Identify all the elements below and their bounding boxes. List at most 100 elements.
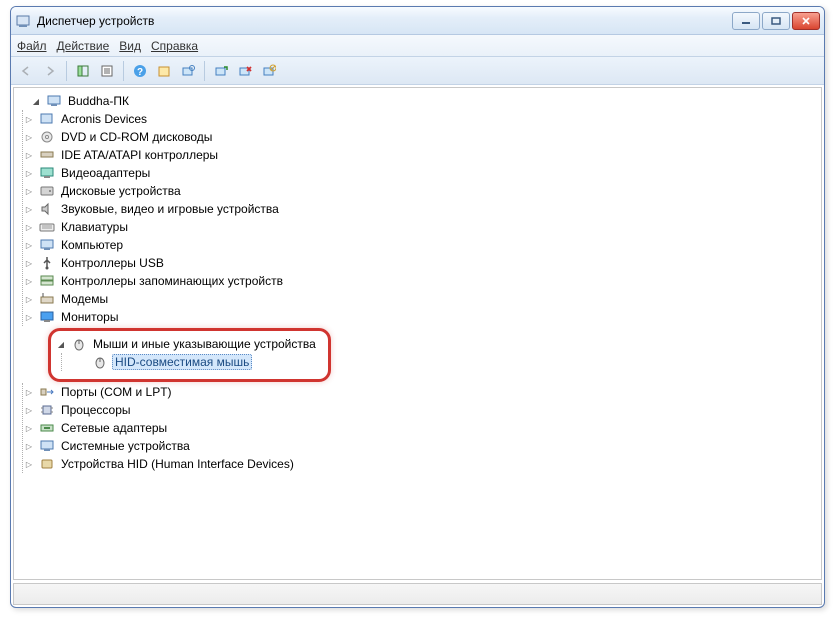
expand-toggle-icon[interactable]: [23, 239, 35, 251]
menu-file[interactable]: Файл: [17, 39, 47, 53]
category-label[interactable]: Устройства HID (Human Interface Devices): [59, 457, 296, 471]
category-label[interactable]: DVD и CD-ROM дисководы: [59, 130, 214, 144]
device-label[interactable]: HID-совместимая мышь: [112, 354, 252, 370]
tree-category[interactable]: Дисковые устройства: [23, 182, 819, 200]
device-category-icon: [39, 183, 55, 199]
uninstall-button[interactable]: [234, 60, 256, 82]
category-label[interactable]: Контроллеры запоминающих устройств: [59, 274, 285, 288]
category-label[interactable]: Компьютер: [59, 238, 125, 252]
maximize-button[interactable]: [762, 12, 790, 30]
expand-toggle-icon[interactable]: [23, 149, 35, 161]
category-label[interactable]: IDE ATA/ATAPI контроллеры: [59, 148, 220, 162]
tree-category-mice[interactable]: Мыши и иные указывающие устройства: [55, 335, 322, 353]
expand-toggle-icon[interactable]: [23, 185, 35, 197]
device-manager-window: Диспетчер устройств Файл Действие Вид Сп…: [10, 6, 825, 608]
device-category-icon: [39, 129, 55, 145]
window-title: Диспетчер устройств: [37, 14, 732, 28]
disable-button[interactable]: [258, 60, 280, 82]
toolbar-separator: [123, 61, 124, 81]
tree-category[interactable]: Порты (COM и LPT): [23, 383, 819, 401]
device-category-icon: [39, 111, 55, 127]
tree-category[interactable]: Мониторы: [23, 308, 819, 326]
category-label[interactable]: Системные устройства: [59, 439, 192, 453]
scan-hardware-button[interactable]: [177, 60, 199, 82]
category-label[interactable]: Процессоры: [59, 403, 133, 417]
expand-toggle-icon[interactable]: [23, 221, 35, 233]
expand-toggle-icon[interactable]: [23, 311, 35, 323]
device-category-icon: [39, 255, 55, 271]
nav-forward-button: [39, 60, 61, 82]
expand-toggle-icon[interactable]: [23, 113, 35, 125]
tree-root[interactable]: Buddha-ПК: [16, 92, 819, 110]
tree-category[interactable]: Контроллеры USB: [23, 254, 819, 272]
mouse-icon: [71, 336, 87, 352]
tree-category[interactable]: Устройства HID (Human Interface Devices): [23, 455, 819, 473]
expand-toggle-icon[interactable]: [55, 338, 67, 350]
category-label[interactable]: Acronis Devices: [59, 112, 149, 126]
expand-toggle-icon[interactable]: [23, 203, 35, 215]
category-label[interactable]: Клавиатуры: [59, 220, 130, 234]
help-button[interactable]: ?: [129, 60, 151, 82]
menu-help[interactable]: Справка: [151, 39, 198, 53]
tree-category[interactable]: IDE ATA/ATAPI контроллеры: [23, 146, 819, 164]
category-label[interactable]: Сетевые адаптеры: [59, 421, 169, 435]
device-category-icon: [39, 402, 55, 418]
expand-toggle-icon[interactable]: [23, 167, 35, 179]
tree-device-hid-mouse[interactable]: HID-совместимая мышь: [76, 353, 322, 371]
device-category-icon: [39, 273, 55, 289]
root-label[interactable]: Buddha-ПК: [66, 94, 131, 108]
device-tree-panel[interactable]: Buddha-ПК Acronis Devices DVD и CD-ROM д…: [13, 87, 822, 580]
expand-toggle-icon[interactable]: [23, 422, 35, 434]
properties-button[interactable]: [96, 60, 118, 82]
menu-action[interactable]: Действие: [57, 39, 110, 53]
tree-category[interactable]: Процессоры: [23, 401, 819, 419]
tree-category[interactable]: Сетевые адаптеры: [23, 419, 819, 437]
expand-toggle-icon[interactable]: [30, 95, 42, 107]
category-label[interactable]: Мыши и иные указывающие устройства: [91, 337, 318, 351]
titlebar[interactable]: Диспетчер устройств: [11, 7, 824, 35]
device-category-icon: [39, 456, 55, 472]
tree-category[interactable]: Видеоадаптеры: [23, 164, 819, 182]
expand-toggle-icon[interactable]: [23, 440, 35, 452]
expand-toggle-icon: [76, 356, 88, 368]
category-label[interactable]: Звуковые, видео и игровые устройства: [59, 202, 281, 216]
tree-category[interactable]: DVD и CD-ROM дисководы: [23, 128, 819, 146]
menu-view[interactable]: Вид: [119, 39, 141, 53]
computer-icon: [46, 93, 62, 109]
expand-toggle-icon[interactable]: [23, 131, 35, 143]
minimize-button[interactable]: [732, 12, 760, 30]
close-button[interactable]: [792, 12, 820, 30]
expand-toggle-icon[interactable]: [23, 257, 35, 269]
update-driver-button[interactable]: [210, 60, 232, 82]
expand-toggle-icon[interactable]: [23, 458, 35, 470]
category-label[interactable]: Модемы: [59, 292, 110, 306]
category-label[interactable]: Видеоадаптеры: [59, 166, 152, 180]
tree-category[interactable]: Компьютер: [23, 236, 819, 254]
expand-toggle-icon[interactable]: [23, 275, 35, 287]
tree-category[interactable]: Acronis Devices: [23, 110, 819, 128]
tree-category[interactable]: Контроллеры запоминающих устройств: [23, 272, 819, 290]
expand-toggle-icon[interactable]: [23, 386, 35, 398]
content-area: Buddha-ПК Acronis Devices DVD и CD-ROM д…: [11, 85, 824, 607]
device-category-icon: [39, 420, 55, 436]
expand-toggle-icon[interactable]: [23, 404, 35, 416]
tree-category[interactable]: Системные устройства: [23, 437, 819, 455]
show-hide-tree-button[interactable]: [72, 60, 94, 82]
tree-category[interactable]: Модемы: [23, 290, 819, 308]
device-category-icon: [39, 438, 55, 454]
device-category-icon: [39, 384, 55, 400]
category-label[interactable]: Контроллеры USB: [59, 256, 166, 270]
action-button[interactable]: [153, 60, 175, 82]
highlight-annotation: Мыши и иные указывающие устройства HID-с…: [48, 328, 331, 382]
expand-toggle-icon[interactable]: [23, 293, 35, 305]
toolbar: ?: [11, 57, 824, 85]
category-label[interactable]: Дисковые устройства: [59, 184, 183, 198]
category-label[interactable]: Мониторы: [59, 310, 120, 324]
device-category-icon: [39, 291, 55, 307]
device-category-icon: [39, 309, 55, 325]
category-label[interactable]: Порты (COM и LPT): [59, 385, 174, 399]
tree-category[interactable]: Звуковые, видео и игровые устройства: [23, 200, 819, 218]
nav-back-button: [15, 60, 37, 82]
toolbar-separator: [66, 61, 67, 81]
tree-category[interactable]: Клавиатуры: [23, 218, 819, 236]
